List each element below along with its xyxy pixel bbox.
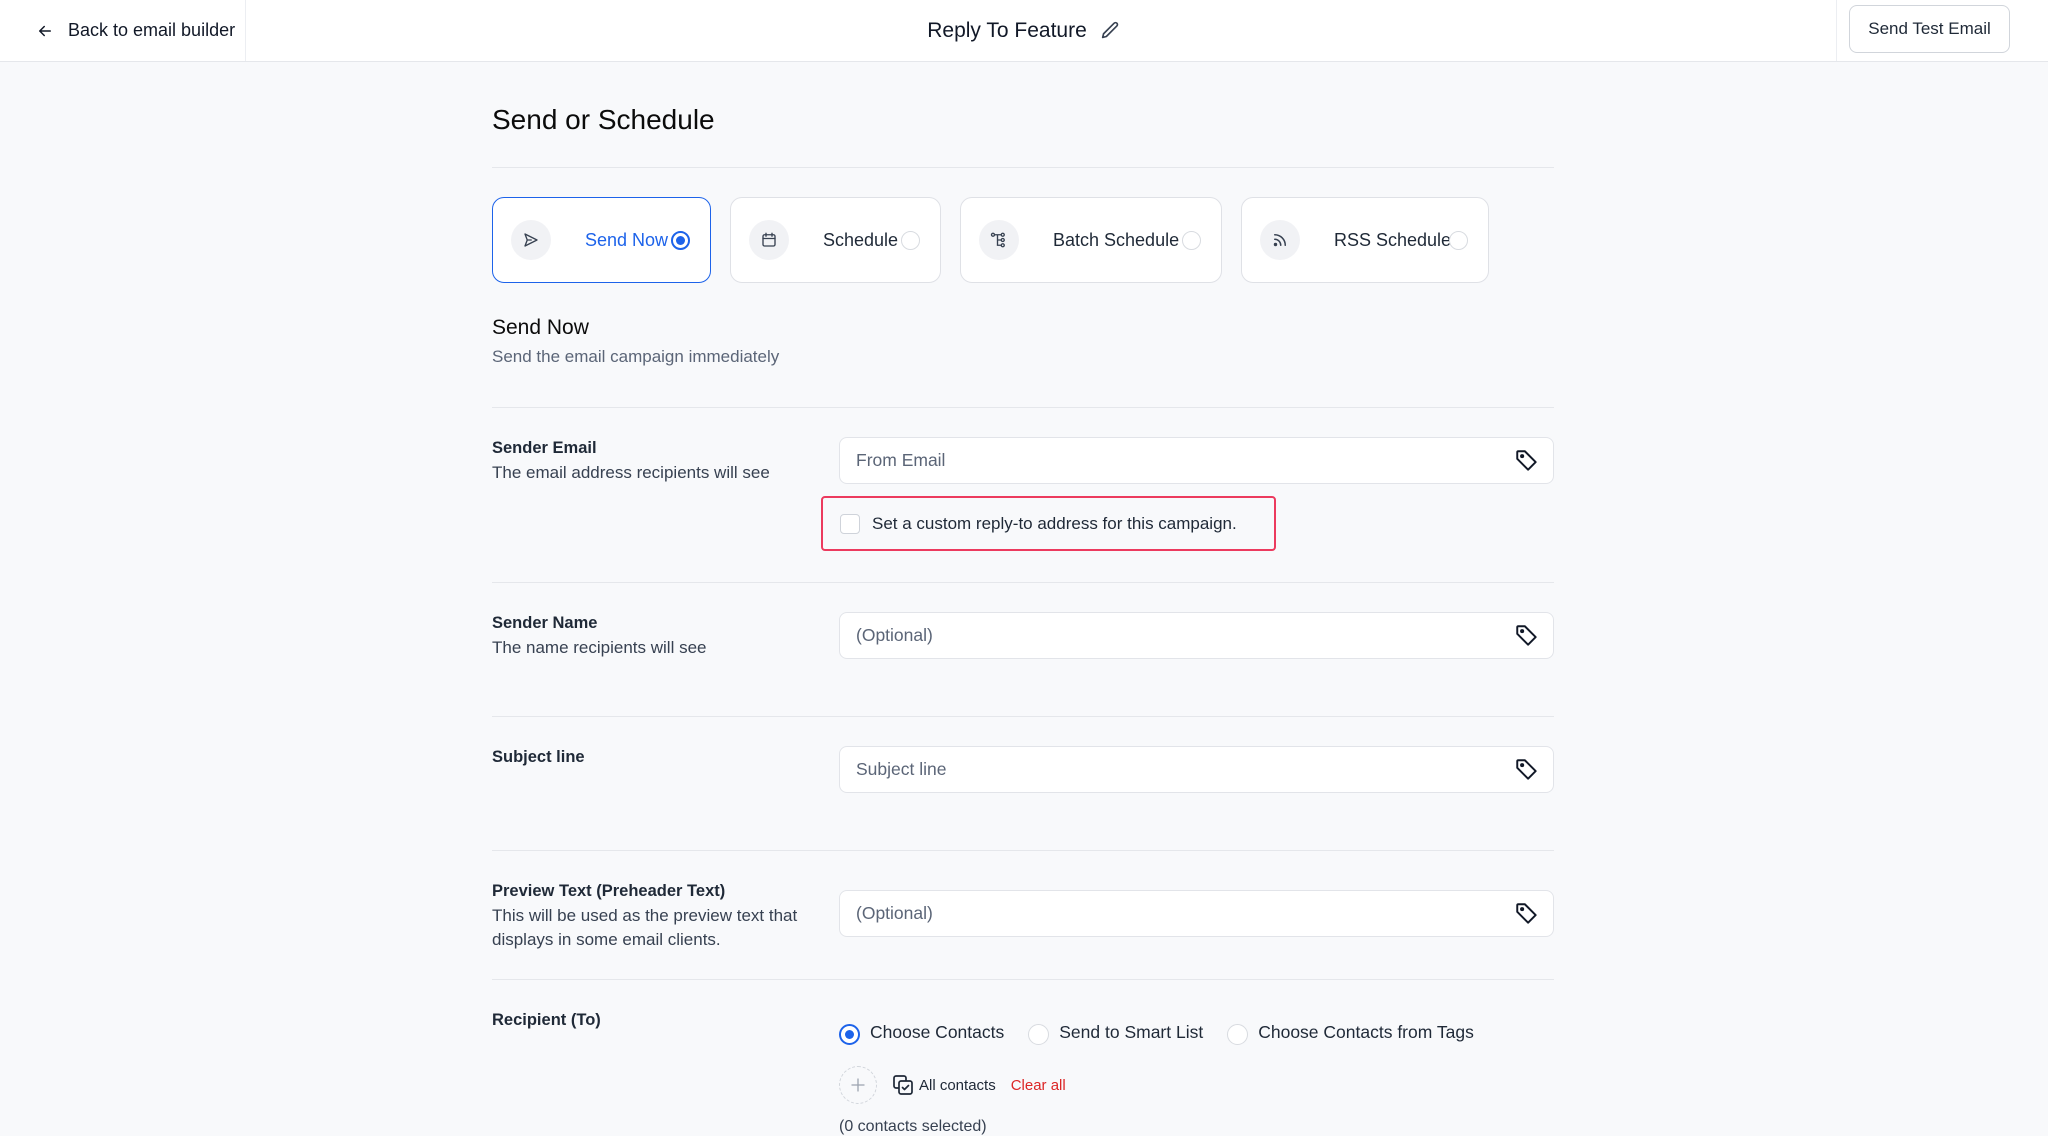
subject-line-input[interactable] (840, 747, 1514, 792)
sender-name-input[interactable] (840, 613, 1514, 658)
sender-email-field (839, 437, 1554, 484)
sender-email-help: The email address recipients will see (492, 463, 770, 482)
tag-icon[interactable] (1514, 623, 1540, 649)
arrow-left-icon (39, 25, 51, 36)
tag-icon[interactable] (1514, 757, 1540, 783)
recipient-option-label: Choose Contacts from Tags (1258, 1022, 1474, 1042)
option-label: Batch Schedule (1053, 229, 1180, 250)
preview-text-field (839, 890, 1554, 937)
recipient-option-choose-contacts[interactable]: Choose Contacts (839, 1022, 1005, 1045)
preview-text-label: Preview Text (Preheader Text) (492, 882, 726, 900)
sender-name-help: The name recipients will see (492, 638, 707, 657)
send-options: Send Now Schedule Batch Schedule RSS Sch… (492, 197, 1508, 283)
sender-name-label: Sender Name (492, 614, 598, 632)
recipient-option-label: Choose Contacts (870, 1022, 1005, 1042)
clear-all-link[interactable]: Clear all (1011, 1077, 1066, 1094)
option-send-now[interactable]: Send Now (492, 197, 711, 283)
option-radio[interactable] (671, 231, 690, 250)
back-to-email-builder-button[interactable]: Back to email builder (0, 0, 246, 61)
radio[interactable] (1028, 1024, 1050, 1045)
batch-icon-wrap (979, 220, 1019, 260)
send-test-email-button[interactable]: Send Test Email (1849, 5, 2010, 53)
reply-to-checkbox[interactable] (840, 513, 860, 534)
copy-check-icon (893, 1075, 913, 1095)
option-radio[interactable] (901, 231, 920, 250)
recipient-label: Recipient (To) (492, 1011, 601, 1029)
option-radio[interactable] (1182, 231, 1201, 250)
preview-text-help: This will be used as the preview text th… (492, 906, 798, 949)
recipient-options: Choose Contacts Send to Smart List Choos… (839, 1022, 1498, 1045)
all-contacts-label: All contacts (919, 1076, 996, 1094)
add-contact-button[interactable] (839, 1066, 877, 1104)
sender-name-field (839, 612, 1554, 659)
pencil-edit-icon[interactable] (1099, 20, 1121, 42)
recipient-option-smart-list[interactable]: Send to Smart List (1028, 1022, 1204, 1045)
subject-line-label: Subject line (492, 748, 585, 766)
back-label: Back to email builder (68, 20, 236, 40)
section-title: Send Now (492, 316, 589, 339)
divider (492, 582, 1554, 583)
contacts-selected-count: (0 contacts selected) (839, 1118, 987, 1135)
send-icon (524, 233, 538, 247)
calendar-icon (762, 232, 776, 247)
divider (492, 167, 1554, 168)
radio[interactable] (839, 1024, 860, 1045)
option-batch-schedule[interactable]: Batch Schedule (960, 197, 1222, 283)
section-subtitle: Send the email campaign immediately (492, 347, 780, 366)
all-contacts-button[interactable]: All contacts (891, 1073, 996, 1097)
radio[interactable] (1227, 1024, 1249, 1045)
sender-email-input[interactable] (840, 438, 1514, 483)
subject-line-field (839, 746, 1554, 793)
option-schedule[interactable]: Schedule (730, 197, 941, 283)
recipient-option-tags[interactable]: Choose Contacts from Tags (1227, 1022, 1474, 1045)
rss-icon-wrap (1260, 220, 1300, 260)
rss-icon (1273, 234, 1286, 247)
divider (492, 407, 1554, 408)
option-label: Schedule (823, 229, 899, 250)
campaign-title: Reply To Feature (927, 18, 1087, 42)
option-radio[interactable] (1449, 231, 1468, 250)
sender-email-label: Sender Email (492, 439, 597, 457)
option-label: Send Now (585, 229, 669, 250)
send-icon-wrap (511, 220, 551, 260)
reply-to-label[interactable]: Set a custom reply-to address for this c… (872, 514, 1237, 534)
header-divider (1836, 0, 1837, 61)
top-bar: Back to email builder Reply To Feature S… (0, 0, 2048, 62)
campaign-title-area: Reply To Feature (0, 0, 2048, 61)
recipient-option-label: Send to Smart List (1059, 1022, 1204, 1042)
preview-text-input[interactable] (840, 891, 1514, 936)
divider (492, 716, 1554, 717)
divider (492, 850, 1554, 851)
option-rss-schedule[interactable]: RSS Schedule (1241, 197, 1489, 283)
batch-tree-icon (990, 232, 1005, 248)
plus-icon (851, 1078, 865, 1092)
option-label: RSS Schedule (1334, 229, 1452, 250)
divider (492, 979, 1554, 980)
tag-icon[interactable] (1514, 901, 1540, 927)
reply-to-highlight: Set a custom reply-to address for this c… (821, 496, 1276, 551)
tag-icon[interactable] (1514, 448, 1540, 474)
contacts-row: All contacts Clear all (839, 1066, 1066, 1104)
page-title: Send or Schedule (492, 104, 715, 135)
calendar-icon-wrap (749, 220, 789, 260)
